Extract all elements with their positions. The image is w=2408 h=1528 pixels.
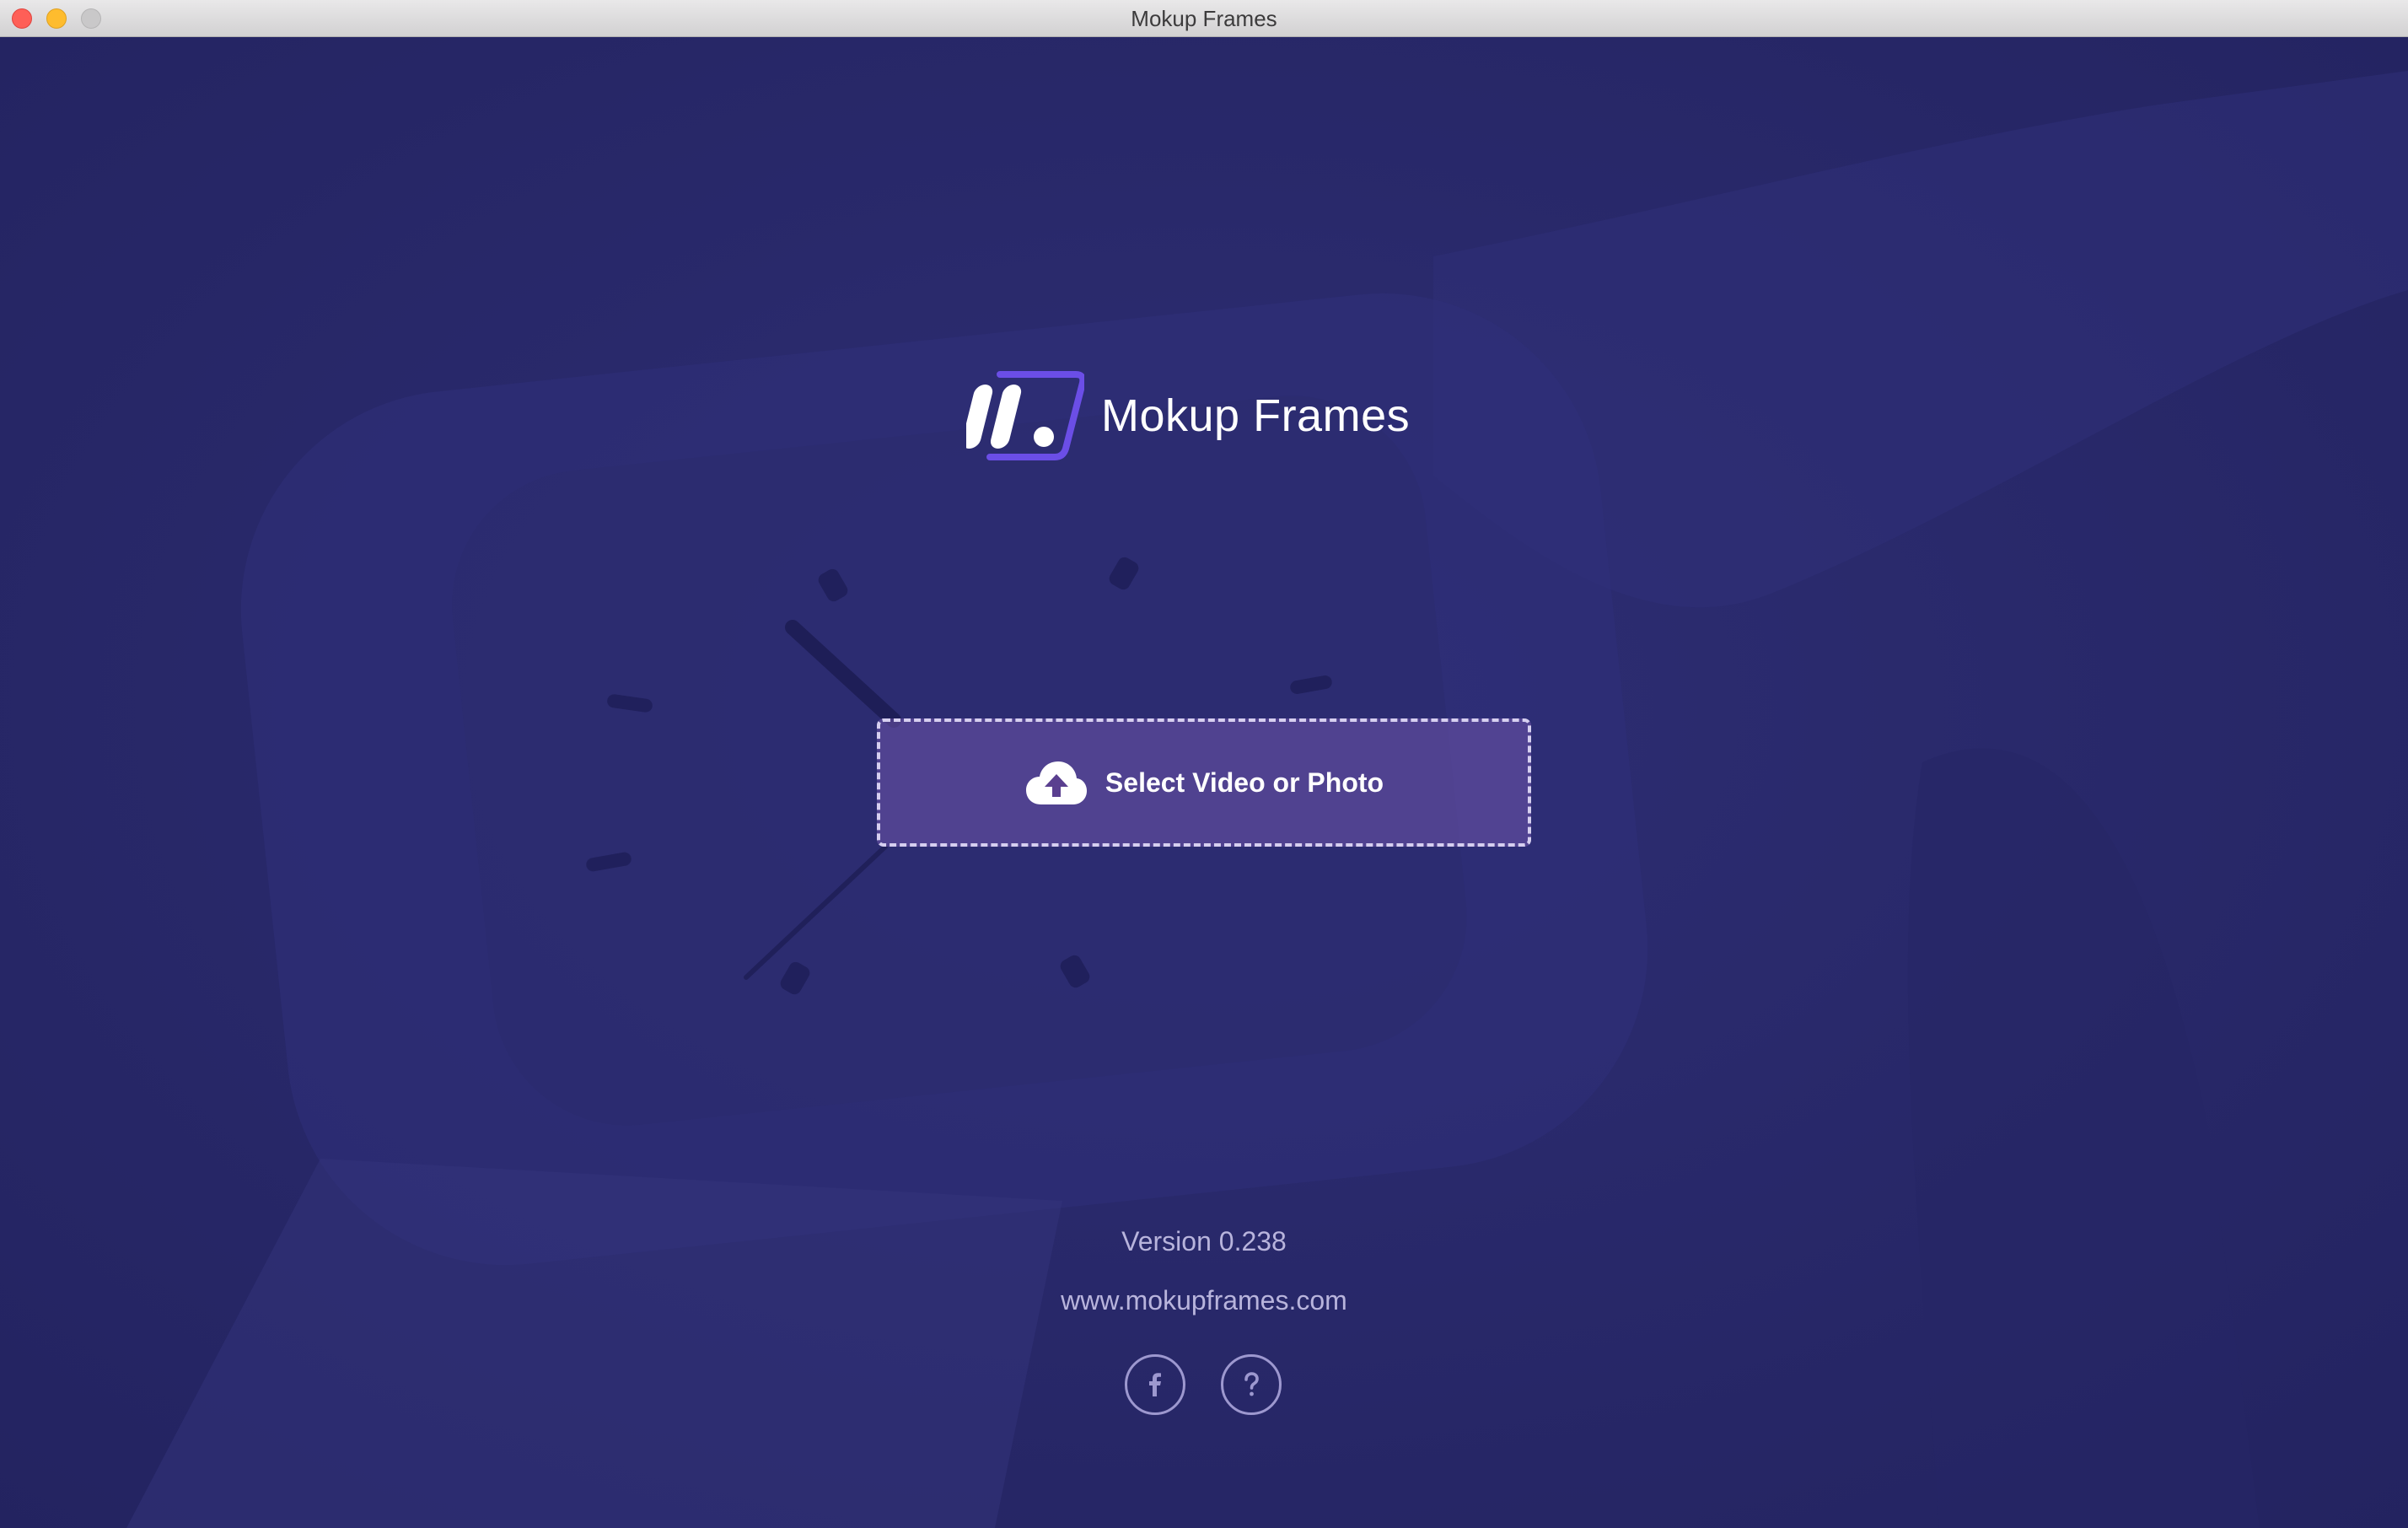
app-name: Mokup Frames	[1101, 390, 1411, 441]
select-button-label: Select Video or Photo	[1105, 767, 1384, 798]
help-button[interactable]	[1221, 1354, 1282, 1415]
help-icon	[1244, 1372, 1259, 1396]
cloud-upload-icon	[1025, 761, 1087, 804]
app-window: Mokup Frames Mokup Frames Select Video o…	[0, 0, 2408, 1528]
brand-header: Mokup Frames	[966, 369, 1410, 462]
facebook-button[interactable]	[1125, 1354, 1185, 1415]
window-title: Mokup Frames	[1131, 6, 1277, 31]
version-text: Version 0.238	[1121, 1226, 1287, 1256]
facebook-icon	[1149, 1373, 1161, 1396]
title-bar[interactable]: Mokup Frames	[0, 0, 2408, 37]
main-content: Mokup Frames Select Video or Photo Versi…	[0, 37, 2408, 1528]
select-video-or-photo-button[interactable]: Select Video or Photo	[877, 718, 1531, 847]
website-link[interactable]: www.mokupframes.com	[0, 1285, 2408, 1316]
mokup-frames-logo-icon	[966, 371, 1084, 460]
